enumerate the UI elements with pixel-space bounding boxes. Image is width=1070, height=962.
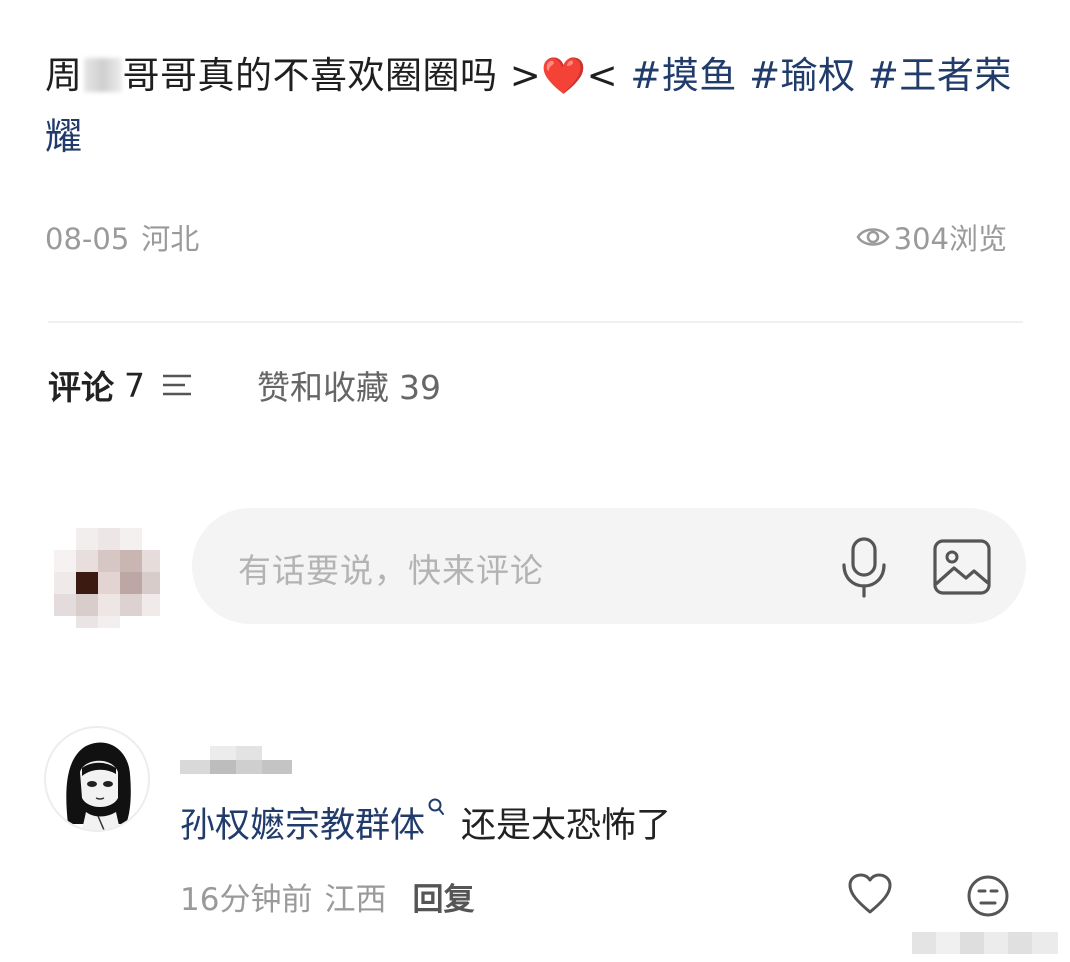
- view-count: 304浏览: [856, 216, 1007, 258]
- comment-text: 还是太恐怖了: [461, 806, 672, 846]
- tab-comments[interactable]: 评论 7: [48, 361, 193, 409]
- comment-tabs: 评论 7 赞和收藏 39: [48, 360, 441, 410]
- my-avatar[interactable]: [46, 520, 162, 630]
- reply-button[interactable]: 回复: [412, 882, 474, 918]
- tab-likes-count: 39: [399, 368, 441, 407]
- commenter-avatar[interactable]: [44, 726, 150, 832]
- image-icon[interactable]: [932, 538, 992, 596]
- tag-moyu[interactable]: #摸鱼: [630, 54, 737, 97]
- divider: [48, 321, 1023, 323]
- post-meta: 08-05 河北 304浏览: [45, 212, 1007, 256]
- tab-likes-favorites[interactable]: 赞和收藏 39: [257, 361, 441, 409]
- post-title: 周哥哥真的不喜欢圈圈吗 >❤️< #摸鱼 #瑜权 #王者荣耀: [45, 46, 1030, 167]
- blurred-name: [83, 58, 122, 92]
- tag-yuquan[interactable]: #瑜权: [749, 54, 856, 97]
- title-text-2: 哥哥真的不喜欢圈圈吗 >: [122, 54, 542, 97]
- tab-comments-count: 7: [124, 365, 145, 405]
- comment-meta: 16分钟前 江西 回复: [180, 874, 474, 919]
- eye-icon: [856, 228, 890, 246]
- tab-likes-label: 赞和收藏: [257, 368, 389, 407]
- title-text-1: 周: [45, 54, 83, 97]
- heart-emoji: ❤️: [541, 56, 587, 97]
- post-location: 河北: [141, 222, 200, 256]
- watermark-blurred: [912, 932, 1058, 954]
- commenter-username-blurred[interactable]: [180, 744, 300, 776]
- post-date-location: 08-05 河北: [45, 216, 199, 258]
- comment-content: 孙权嬷宗教群体 还是太恐怖了: [180, 797, 671, 851]
- view-count-label: 304浏览: [893, 222, 1007, 256]
- commenter-avatar-art: [66, 742, 131, 830]
- search-icon: [428, 798, 445, 815]
- post-date: 08-05: [45, 222, 130, 256]
- heart-icon[interactable]: [846, 872, 894, 916]
- comment-time: 16分钟前: [180, 882, 313, 918]
- comment-input-placeholder[interactable]: 有话要说，快来评论: [238, 544, 544, 592]
- microphone-icon[interactable]: [836, 536, 892, 598]
- comment-location: 江西: [324, 882, 387, 918]
- comment-mention-link[interactable]: 孙权嬷宗教群体: [180, 806, 425, 846]
- tab-comments-label: 评论: [48, 368, 114, 407]
- emoji-icon[interactable]: [966, 874, 1010, 918]
- comment-input-box[interactable]: 有话要说，快来评论: [192, 508, 1026, 624]
- title-text-3: <: [586, 54, 631, 97]
- sort-icon[interactable]: [161, 372, 193, 398]
